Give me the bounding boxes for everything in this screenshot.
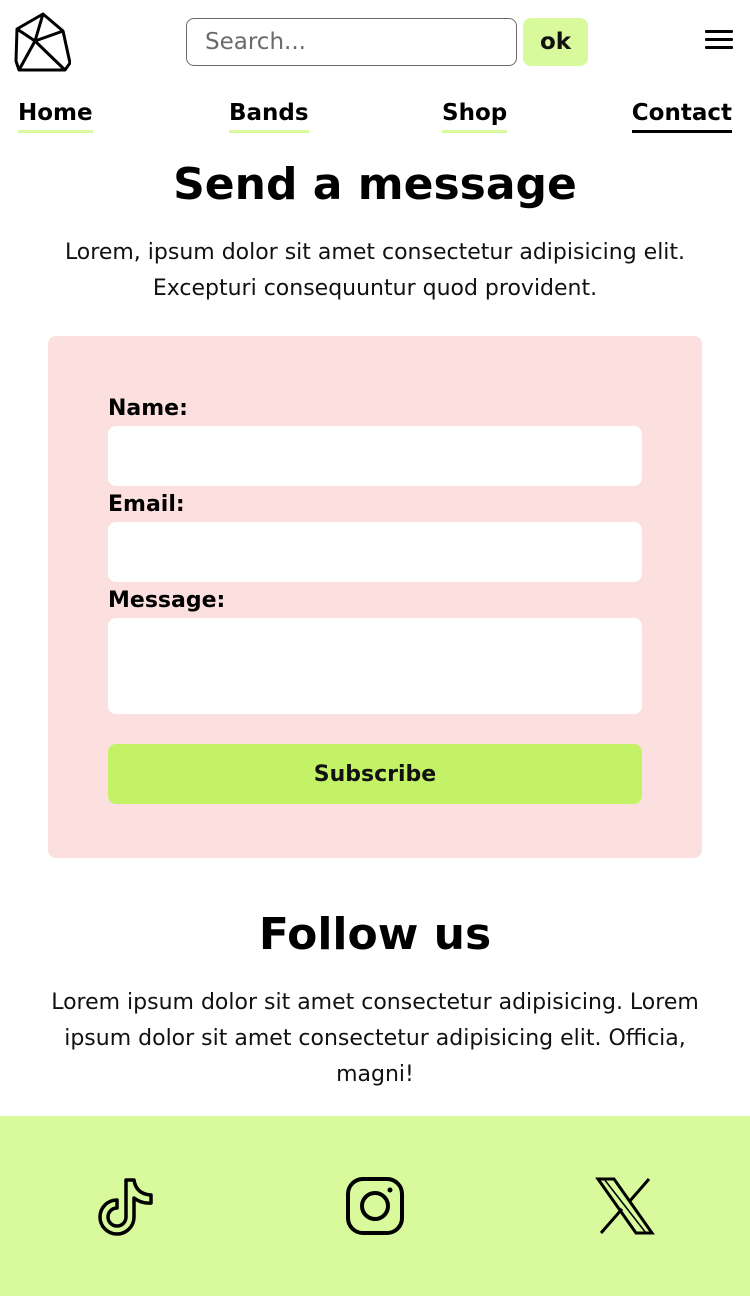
nav-link-shop[interactable]: Shop: [442, 98, 508, 133]
nav-link-contact[interactable]: Contact: [631, 98, 732, 133]
name-label: Name:: [108, 396, 188, 421]
subscribe-button[interactable]: Subscribe: [108, 744, 642, 804]
nav-link-bands[interactable]: Bands: [229, 98, 309, 133]
send-message-title: Send a message: [173, 159, 577, 210]
social-footer: [0, 1116, 750, 1296]
email-label: Email:: [108, 492, 185, 517]
main-nav: Home Bands Shop Contact: [0, 98, 750, 138]
message-label: Message:: [108, 588, 226, 613]
nav-link-home[interactable]: Home: [18, 98, 93, 133]
site-header: ok: [0, 0, 750, 90]
name-field[interactable]: [108, 426, 642, 486]
follow-us-title: Follow us: [258, 909, 492, 960]
hamburger-menu-icon[interactable]: [702, 28, 736, 56]
x-icon[interactable]: [595, 1176, 655, 1236]
gem-logo-icon[interactable]: [13, 11, 71, 73]
email-field[interactable]: [108, 522, 642, 582]
instagram-icon[interactable]: [345, 1176, 405, 1236]
send-message-intro: Lorem, ipsum dolor sit amet consectetur …: [64, 240, 686, 301]
search-input[interactable]: [186, 18, 517, 66]
follow-us-text: Lorem ipsum dolor sit amet consectetur a…: [51, 990, 699, 1087]
search-ok-button[interactable]: ok: [523, 18, 588, 66]
tiktok-icon[interactable]: [95, 1176, 155, 1236]
contact-form: Name: Email: Message: Subscribe: [48, 336, 702, 858]
message-field[interactable]: [108, 618, 642, 714]
